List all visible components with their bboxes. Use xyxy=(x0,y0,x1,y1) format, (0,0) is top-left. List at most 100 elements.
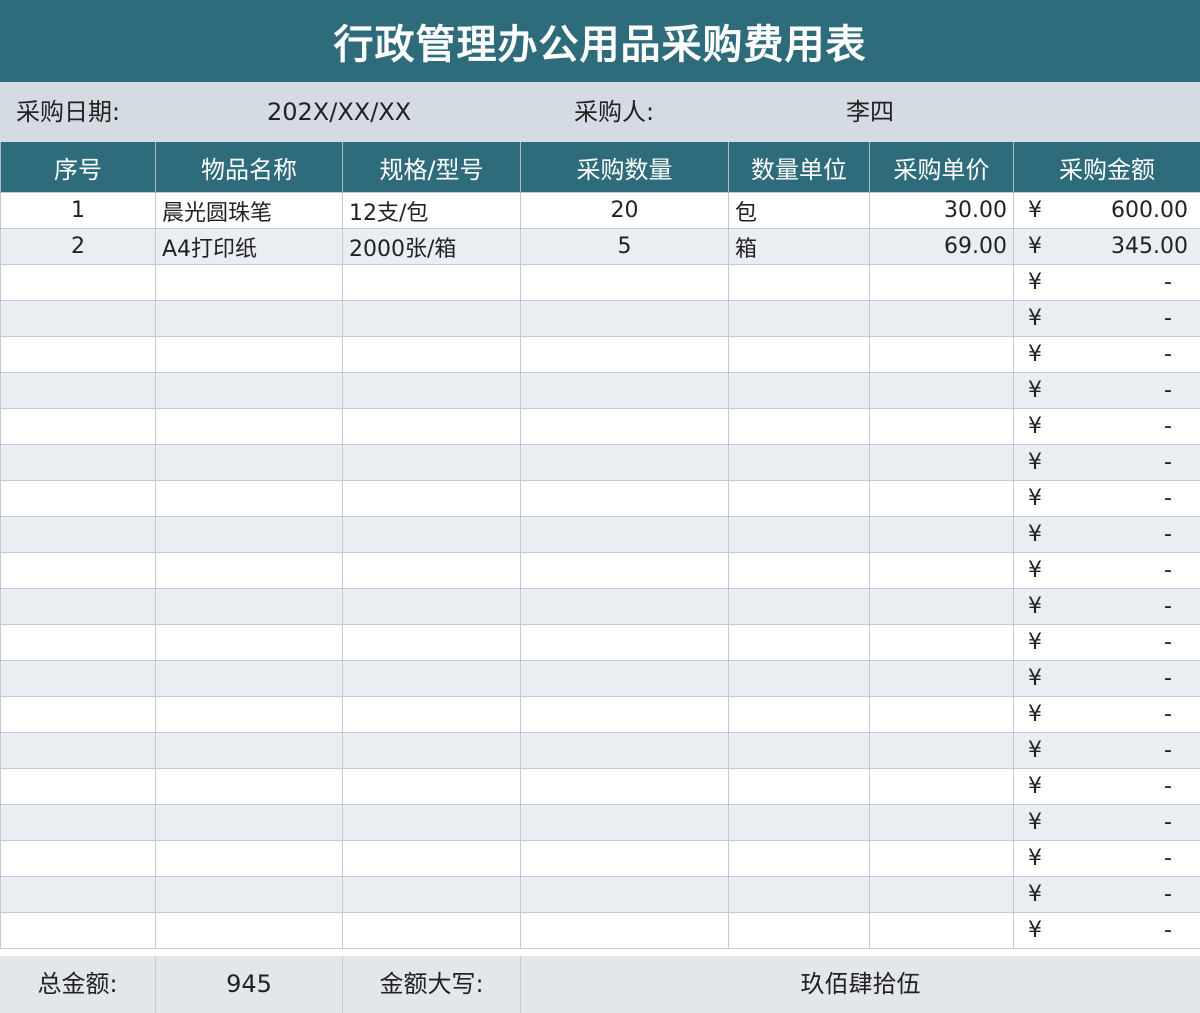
cell-item-name[interactable] xyxy=(155,912,343,949)
cell-unit-price[interactable] xyxy=(869,624,1014,661)
cell-qty[interactable] xyxy=(520,408,729,445)
cell-spec[interactable] xyxy=(342,768,521,805)
cell-unit-price[interactable] xyxy=(869,804,1014,841)
col-header-unit-price[interactable]: 采购单价 xyxy=(869,142,1014,193)
cell-qty[interactable] xyxy=(520,480,729,517)
cell-qty[interactable] xyxy=(520,300,729,337)
cell-no[interactable] xyxy=(0,912,156,949)
cell-spec[interactable] xyxy=(342,336,521,373)
cell-spec[interactable] xyxy=(342,588,521,625)
col-header-amount[interactable]: 采购金额 xyxy=(1013,142,1200,193)
cell-amount[interactable]: ¥ - xyxy=(1013,840,1200,877)
cell-no[interactable] xyxy=(0,516,156,553)
cell-item-name[interactable] xyxy=(155,444,343,481)
cell-amount[interactable]: ¥ - xyxy=(1013,876,1200,913)
cell-unit[interactable] xyxy=(728,480,870,517)
cell-spec[interactable] xyxy=(342,480,521,517)
cell-item-name[interactable] xyxy=(155,588,343,625)
cell-item-name[interactable] xyxy=(155,336,343,373)
cell-unit[interactable] xyxy=(728,372,870,409)
col-header-no[interactable]: 序号 xyxy=(0,142,156,193)
cell-item-name[interactable] xyxy=(155,840,343,877)
cell-no[interactable] xyxy=(0,408,156,445)
cell-unit-price[interactable] xyxy=(869,660,1014,697)
cell-unit[interactable] xyxy=(728,876,870,913)
cell-unit-price[interactable]: 30.00 xyxy=(869,192,1014,229)
cell-spec[interactable] xyxy=(342,624,521,661)
cell-spec[interactable] xyxy=(342,732,521,769)
cell-unit-price[interactable] xyxy=(869,372,1014,409)
cell-no[interactable]: 2 xyxy=(0,228,156,265)
cell-no[interactable] xyxy=(0,840,156,877)
cell-no[interactable]: 1 xyxy=(0,192,156,229)
cell-unit[interactable] xyxy=(728,660,870,697)
cell-amount[interactable]: ¥ - xyxy=(1013,372,1200,409)
cell-item-name[interactable] xyxy=(155,372,343,409)
cell-item-name[interactable] xyxy=(155,300,343,337)
cell-amount[interactable]: ¥ - xyxy=(1013,660,1200,697)
col-header-unit[interactable]: 数量单位 xyxy=(728,142,870,193)
cell-qty[interactable] xyxy=(520,552,729,589)
cell-amount[interactable]: ¥345.00 xyxy=(1013,228,1200,265)
cell-spec[interactable] xyxy=(342,444,521,481)
cell-unit-price[interactable] xyxy=(869,552,1014,589)
cell-amount[interactable]: ¥ - xyxy=(1013,516,1200,553)
cell-spec[interactable] xyxy=(342,300,521,337)
cell-spec[interactable] xyxy=(342,840,521,877)
cell-item-name[interactable] xyxy=(155,876,343,913)
cell-unit[interactable] xyxy=(728,444,870,481)
cell-item-name[interactable]: 晨光圆珠笔 xyxy=(155,192,343,229)
cell-amount[interactable]: ¥ - xyxy=(1013,696,1200,733)
cell-unit[interactable] xyxy=(728,552,870,589)
cell-item-name[interactable] xyxy=(155,264,343,301)
cell-unit[interactable] xyxy=(728,516,870,553)
cell-amount[interactable]: ¥ - xyxy=(1013,480,1200,517)
cell-unit-price[interactable] xyxy=(869,516,1014,553)
cell-no[interactable] xyxy=(0,696,156,733)
cell-amount[interactable]: ¥ - xyxy=(1013,408,1200,445)
col-header-qty[interactable]: 采购数量 xyxy=(520,142,729,193)
cell-unit[interactable] xyxy=(728,336,870,373)
cell-unit-price[interactable] xyxy=(869,732,1014,769)
cell-qty[interactable] xyxy=(520,624,729,661)
cell-unit-price[interactable] xyxy=(869,480,1014,517)
cell-amount[interactable]: ¥ - xyxy=(1013,552,1200,589)
cell-qty[interactable]: 5 xyxy=(520,228,729,265)
cell-spec[interactable] xyxy=(342,552,521,589)
cell-spec[interactable] xyxy=(342,876,521,913)
cell-item-name[interactable] xyxy=(155,408,343,445)
cell-unit-price[interactable] xyxy=(869,588,1014,625)
col-header-spec[interactable]: 规格/型号 xyxy=(342,142,521,193)
col-header-item-name[interactable]: 物品名称 xyxy=(155,142,343,193)
cell-no[interactable] xyxy=(0,300,156,337)
cell-spec[interactable]: 12支/包 xyxy=(342,192,521,229)
cell-unit-price[interactable] xyxy=(869,336,1014,373)
cell-no[interactable] xyxy=(0,588,156,625)
cell-amount[interactable]: ¥ - xyxy=(1013,300,1200,337)
cell-unit[interactable]: 箱 xyxy=(728,228,870,265)
cell-unit-price[interactable] xyxy=(869,912,1014,949)
cell-unit[interactable] xyxy=(728,768,870,805)
total-value[interactable]: 945 xyxy=(156,956,343,1013)
cell-qty[interactable] xyxy=(520,660,729,697)
cell-unit[interactable]: 包 xyxy=(728,192,870,229)
cell-spec[interactable] xyxy=(342,912,521,949)
cell-unit[interactable] xyxy=(728,588,870,625)
cell-amount[interactable]: ¥ - xyxy=(1013,804,1200,841)
cell-spec[interactable] xyxy=(342,696,521,733)
cell-qty[interactable] xyxy=(520,444,729,481)
cell-no[interactable] xyxy=(0,768,156,805)
cell-no[interactable] xyxy=(0,372,156,409)
cell-unit[interactable] xyxy=(728,624,870,661)
cell-no[interactable] xyxy=(0,336,156,373)
cell-unit[interactable] xyxy=(728,732,870,769)
cell-item-name[interactable] xyxy=(155,732,343,769)
cell-unit-price[interactable] xyxy=(869,840,1014,877)
cell-spec[interactable] xyxy=(342,372,521,409)
cell-amount[interactable]: ¥ - xyxy=(1013,732,1200,769)
purchase-date-value[interactable]: 202X/XX/XX xyxy=(267,82,411,142)
cell-unit-price[interactable] xyxy=(869,264,1014,301)
cell-qty[interactable] xyxy=(520,588,729,625)
cell-qty[interactable] xyxy=(520,516,729,553)
cell-qty[interactable] xyxy=(520,696,729,733)
